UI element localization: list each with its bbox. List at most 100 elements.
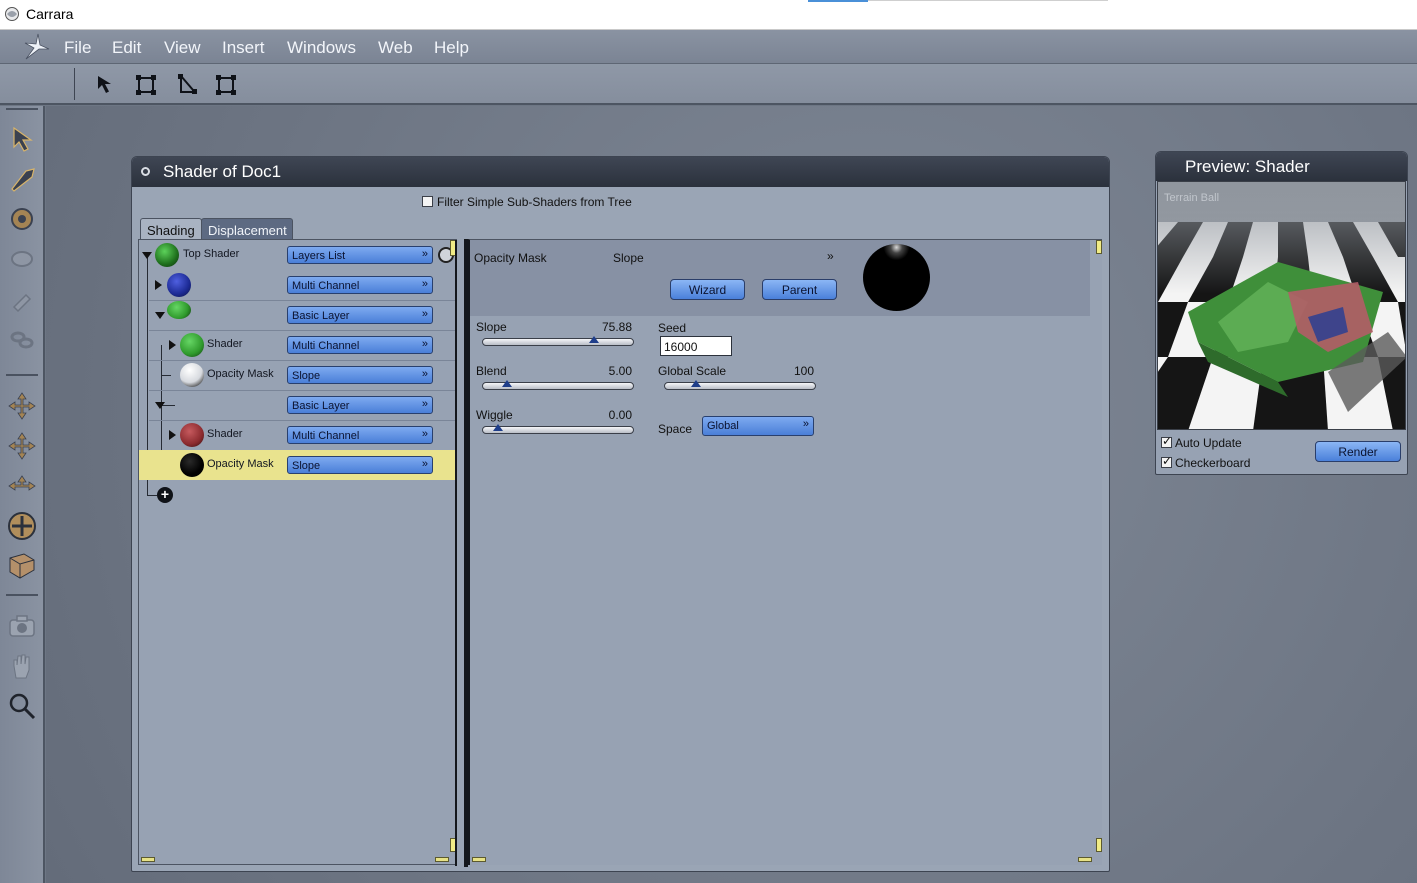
shader-window-title-bar[interactable]: Shader of Doc1 xyxy=(132,157,1109,187)
combo-value: Multi Channel xyxy=(292,430,360,442)
shader-preview-ball xyxy=(180,453,204,477)
slope-slider[interactable] xyxy=(482,336,634,346)
chevron-down-icon: » xyxy=(421,338,428,350)
menu-edit[interactable]: Edit xyxy=(112,38,141,58)
hand-tool-icon[interactable] xyxy=(6,650,38,682)
menu-web[interactable]: Web xyxy=(378,38,413,58)
global-scale-slider[interactable] xyxy=(664,380,816,390)
tool-palette xyxy=(0,106,45,883)
props-scroll-top[interactable] xyxy=(1096,240,1102,254)
wizard-button[interactable]: Wizard xyxy=(670,279,745,300)
move-3d-tool-icon[interactable] xyxy=(6,163,38,195)
rotate-tool-icon[interactable] xyxy=(6,203,38,235)
tab-displacement[interactable]: Displacement xyxy=(201,218,293,240)
auto-update-label: Auto Update xyxy=(1175,436,1242,450)
render-button[interactable]: Render xyxy=(1315,441,1401,462)
orbit-camera-icon[interactable] xyxy=(6,510,38,542)
checkerboard-checkbox-box[interactable] xyxy=(1161,454,1172,468)
collapse-arrow-icon[interactable] xyxy=(142,252,152,259)
tree-row-shader[interactable]: Shader Multi Channel » xyxy=(139,330,456,360)
angle-tool-icon[interactable] xyxy=(174,72,200,98)
space-select[interactable]: Global » xyxy=(702,416,814,436)
pan-camera-icon[interactable] xyxy=(6,470,38,502)
parent-button[interactable]: Parent xyxy=(762,279,837,300)
space-label: Space xyxy=(658,422,693,436)
menu-view[interactable]: View xyxy=(164,38,201,58)
shader-type-select[interactable]: Basic Layer » xyxy=(287,306,433,324)
palette-separator xyxy=(6,374,38,376)
chevron-down-icon: » xyxy=(421,428,428,440)
tree-row-basic-layer[interactable]: Basic Layer » xyxy=(139,300,456,330)
auto-update-checkbox-box[interactable] xyxy=(1161,434,1172,448)
tree-row-shader-2[interactable]: Shader Multi Channel » xyxy=(139,420,456,450)
tab-shading[interactable]: Shading xyxy=(140,218,202,240)
eyedropper-tool-icon[interactable] xyxy=(6,283,38,315)
props-hscroll-left[interactable] xyxy=(472,857,486,862)
tree-row-opacity-mask-selected[interactable]: Opacity Mask Slope » xyxy=(139,450,456,480)
dolly-camera-icon[interactable] xyxy=(6,430,38,462)
scale-tool-icon[interactable] xyxy=(6,243,38,275)
tree-label: Opacity Mask xyxy=(207,368,274,380)
tree-label: Opacity Mask xyxy=(207,458,274,470)
blend-slider-knob[interactable] xyxy=(502,380,512,387)
chevron-down-icon: » xyxy=(421,308,428,320)
seed-input[interactable]: 16000 xyxy=(660,336,732,356)
texture-tool-icon[interactable] xyxy=(6,550,38,582)
tree-hscroll-left[interactable] xyxy=(141,857,155,862)
props-hscroll-right[interactable] xyxy=(1078,857,1092,862)
carrara-logo-icon[interactable] xyxy=(22,32,52,62)
slope-slider-knob[interactable] xyxy=(589,336,599,343)
wiggle-slider-knob[interactable] xyxy=(493,424,503,431)
menu-file[interactable]: File xyxy=(64,38,91,58)
tree-row-basic-layer-2[interactable]: Basic Layer » xyxy=(139,390,456,420)
global-scale-label: Global Scale xyxy=(658,364,727,378)
carrara-app-icon xyxy=(5,7,19,21)
checkerboard-checkbox[interactable]: Checkerboard xyxy=(1161,454,1250,470)
window-close-icon[interactable] xyxy=(141,167,150,176)
expand-arrow-icon[interactable] xyxy=(155,280,162,290)
menu-windows[interactable]: Windows xyxy=(287,38,356,58)
props-scroll-bottom[interactable] xyxy=(1096,838,1102,852)
global-scale-slider-knob[interactable] xyxy=(691,380,701,387)
camera-icon[interactable] xyxy=(6,610,38,642)
transform-box-icon[interactable] xyxy=(213,72,239,98)
menu-help[interactable]: Help xyxy=(434,38,469,58)
bounding-box-icon[interactable] xyxy=(133,72,159,98)
shader-type-select[interactable]: Layers List » xyxy=(287,246,433,264)
wiggle-slider[interactable] xyxy=(482,424,634,434)
filter-checkbox-box[interactable] xyxy=(422,196,433,207)
expand-arrow-icon[interactable] xyxy=(169,340,176,350)
selection-arrow-icon[interactable] xyxy=(93,72,119,98)
zoom-tool-icon[interactable] xyxy=(6,690,38,722)
expand-arrow-icon[interactable] xyxy=(169,430,176,440)
menu-insert[interactable]: Insert xyxy=(222,38,265,58)
splitter-handle[interactable] xyxy=(464,239,468,867)
tree-row-opacity-mask[interactable]: Opacity Mask Slope » xyxy=(139,360,456,390)
toolbar xyxy=(0,64,1417,105)
shader-type-select[interactable]: Multi Channel » xyxy=(287,426,433,444)
combo-value: Multi Channel xyxy=(292,340,360,352)
shader-preview-ball xyxy=(180,363,204,387)
link-tool-icon[interactable] xyxy=(6,323,38,355)
move-camera-icon[interactable] xyxy=(6,390,38,422)
preview-title-bar[interactable]: Preview: Shader xyxy=(1156,152,1407,181)
shader-type-select[interactable]: Slope » xyxy=(287,456,433,474)
collapse-arrow-icon[interactable] xyxy=(155,402,165,409)
collapse-arrow-icon[interactable] xyxy=(155,312,165,319)
tree-label: Shader xyxy=(207,428,243,440)
shader-type-select[interactable]: Multi Channel » xyxy=(287,336,433,354)
blend-slider[interactable] xyxy=(482,380,634,390)
taskbar-accent xyxy=(808,0,868,2)
shader-type-select[interactable]: Slope » xyxy=(287,366,433,384)
auto-update-checkbox[interactable]: Auto Update xyxy=(1161,434,1242,450)
tree-row-top-shader[interactable]: Top Shader Layers List » xyxy=(139,240,456,270)
shader-type-select[interactable]: Basic Layer » xyxy=(287,396,433,414)
add-layer-icon[interactable]: + xyxy=(157,487,173,503)
tree-row-multi-channel[interactable]: Multi Channel » xyxy=(139,270,456,300)
channel-menu-chevron-icon[interactable]: » xyxy=(827,249,834,263)
combo-value: Slope xyxy=(292,460,321,472)
shader-type-select[interactable]: Multi Channel » xyxy=(287,276,433,294)
tree-hscroll-right[interactable] xyxy=(435,857,449,862)
filter-simple-checkbox[interactable]: Filter Simple Sub-Shaders from Tree xyxy=(422,195,632,209)
select-tool-icon[interactable] xyxy=(6,123,38,155)
